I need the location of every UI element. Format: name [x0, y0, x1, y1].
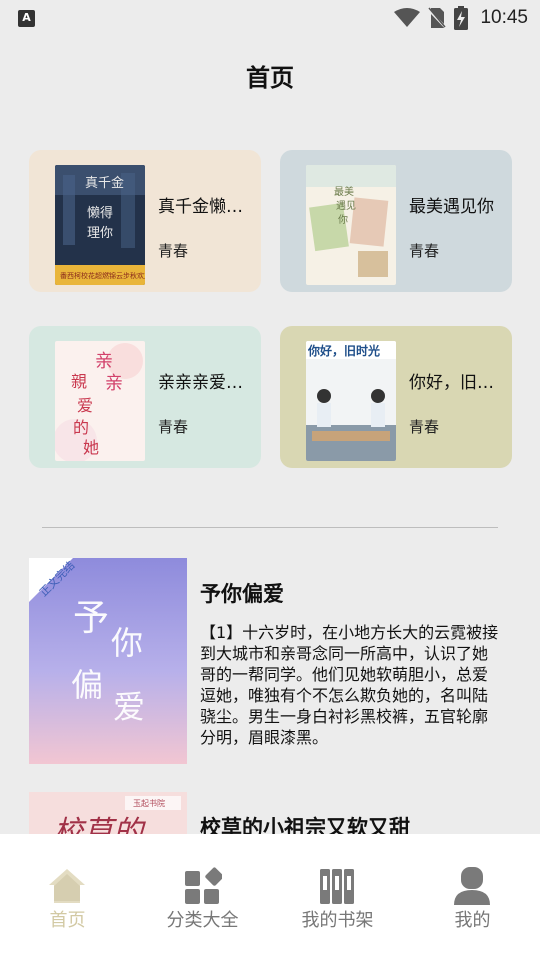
svg-text:你: 你 [338, 213, 348, 226]
status-icons: 10:45 [394, 6, 528, 30]
book-title: 真千金懒得理你 [158, 197, 254, 217]
svg-text:爱: 爱 [113, 688, 145, 726]
nav-label: 我的 [454, 910, 491, 931]
featured-book-card[interactable]: 最美 遇见 你 最美遇见你 青春 [280, 150, 512, 292]
battery-charging-icon [454, 6, 469, 30]
book-cover: 亲 亲 親 爱 的 她 [55, 341, 145, 461]
section-divider [42, 527, 498, 528]
page-title: 首页 [246, 64, 294, 92]
book-description: 【1】十六岁时，在小地方长大的云霓被接到大城市和亲哥念同一所高中，认识了她哥的一… [200, 623, 499, 747]
nav-profile[interactable]: 我的 [405, 834, 540, 960]
svg-text:玉起书院: 玉起书院 [133, 798, 165, 808]
book-title: 你好，旧时光 [409, 373, 505, 393]
svg-text:番西柯校花超燃锦云步秋欢之作: 番西柯校花超燃锦云步秋欢之作 [60, 271, 145, 280]
book-cover: 你好，旧时光 [306, 341, 396, 461]
book-tag: 青春 [158, 418, 189, 436]
home-icon [49, 869, 85, 903]
svg-text:最美: 最美 [334, 185, 354, 198]
svg-text:你好，旧时光: 你好，旧时光 [307, 343, 380, 358]
list-item[interactable]: 正文完结 予 你 偏 爱 予你偏爱 【1】十六岁时，在小地方长大的云霓被接到大城… [29, 558, 509, 764]
svg-text:她: 她 [83, 438, 99, 457]
nav-label: 分类大全 [166, 910, 239, 931]
app-notification-icon: A [18, 10, 35, 27]
svg-text:遇见: 遇见 [336, 200, 356, 212]
svg-text:亲: 亲 [95, 351, 113, 372]
svg-text:理你: 理你 [87, 226, 113, 241]
nav-label: 我的书架 [301, 910, 374, 931]
svg-text:偏: 偏 [71, 666, 103, 704]
svg-text:真千金: 真千金 [85, 175, 124, 191]
profile-icon [454, 867, 490, 905]
nav-label: 首页 [49, 910, 86, 931]
svg-text:的: 的 [73, 418, 89, 437]
bottom-nav: 首页 分类大全 我的书架 我的 [0, 834, 540, 960]
book-title: 亲亲亲爱的她 [158, 373, 254, 393]
no-sim-icon [428, 7, 447, 29]
category-icon [185, 867, 222, 904]
book-cover: 正文完结 予 你 偏 爱 [29, 558, 187, 764]
svg-text:親: 親 [71, 372, 87, 391]
status-time: 10:45 [480, 7, 528, 28]
svg-text:你: 你 [111, 624, 143, 662]
featured-book-card[interactable]: 亲 亲 親 爱 的 她 亲亲亲爱的她 青春 [29, 326, 261, 468]
nav-category[interactable]: 分类大全 [135, 834, 270, 960]
svg-text:予: 予 [73, 598, 109, 639]
svg-text:亲: 亲 [105, 373, 123, 394]
nav-home[interactable]: 首页 [0, 834, 135, 960]
book-cover: 最美 遇见 你 [306, 165, 396, 285]
book-title: 予你偏爱 [200, 582, 284, 606]
svg-text:懒得: 懒得 [87, 205, 113, 221]
featured-book-card[interactable]: 你好，旧时光 你好，旧时光 青春 [280, 326, 512, 468]
wifi-icon [394, 8, 421, 27]
book-cover: 真千金 懒得 理你 番西柯校花超燃锦云步秋欢之作 [55, 165, 145, 285]
svg-text:爱: 爱 [77, 396, 93, 415]
nav-bookshelf[interactable]: 我的书架 [270, 834, 405, 960]
featured-book-card[interactable]: 真千金 懒得 理你 番西柯校花超燃锦云步秋欢之作 真千金懒得理你 青春 [29, 150, 261, 292]
book-tag: 青春 [158, 242, 189, 260]
book-title: 最美遇见你 [409, 197, 494, 217]
book-tag: 青春 [409, 242, 440, 260]
status-bar: A 10:45 [0, 0, 540, 36]
book-tag: 青春 [409, 418, 440, 436]
bookshelf-icon [320, 869, 354, 904]
